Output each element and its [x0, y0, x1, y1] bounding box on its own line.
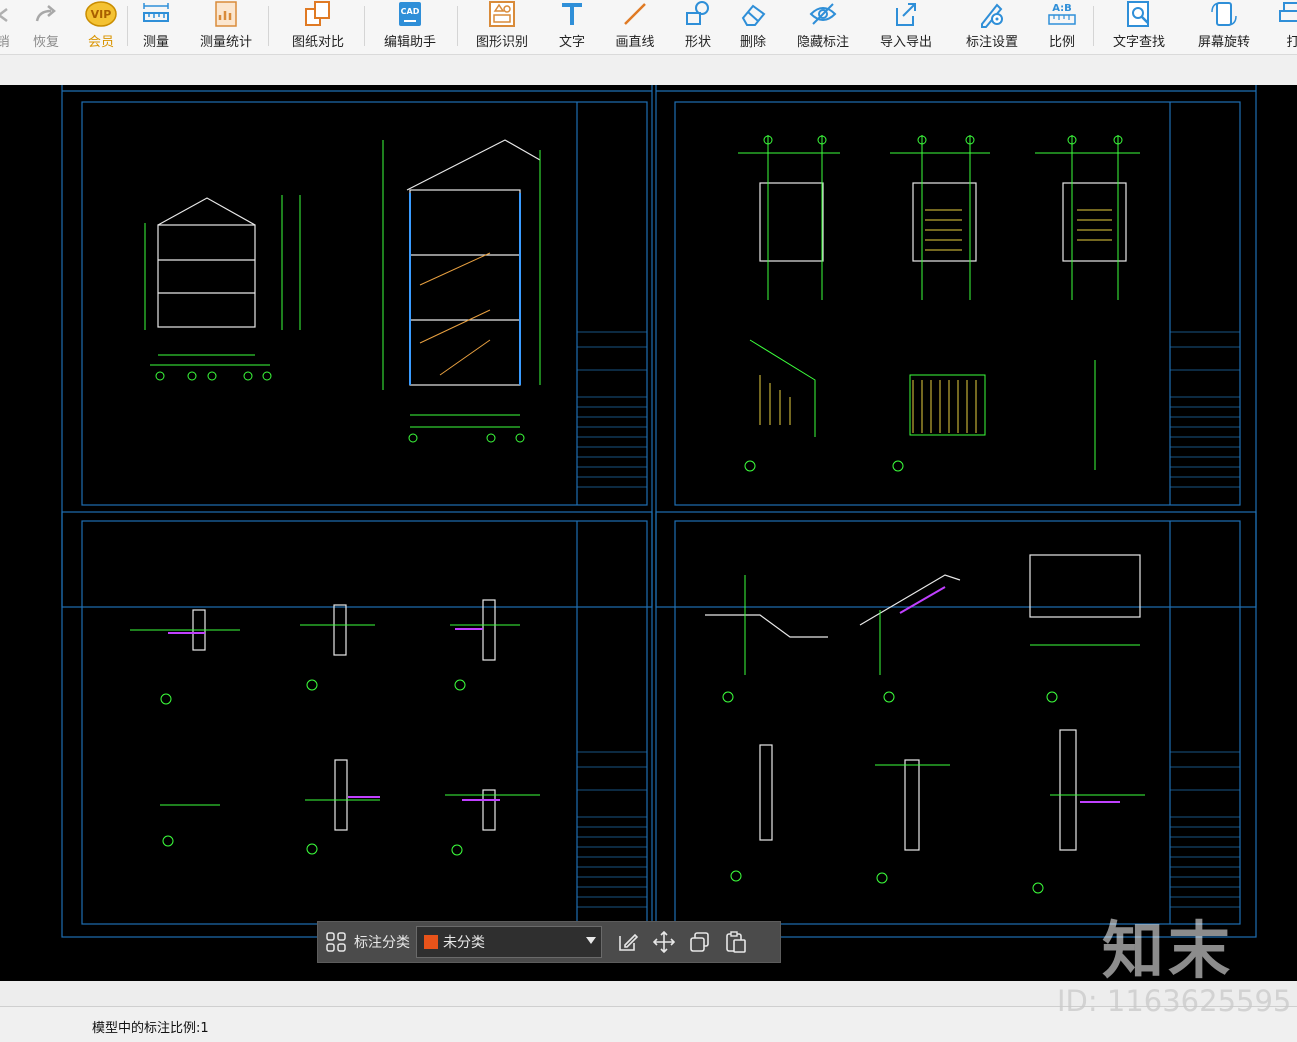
- grid-apps-icon: [326, 932, 346, 952]
- measure-icon: [141, 0, 171, 28]
- rotate-screen-icon: [1209, 0, 1239, 28]
- scale-button[interactable]: A:B 比例: [1044, 0, 1080, 54]
- print-icon: [1278, 0, 1297, 28]
- toolbar-gap: [0, 55, 1297, 85]
- draw-line-button[interactable]: 画直线: [610, 0, 660, 54]
- annotation-category-label: 标注分类: [354, 935, 410, 951]
- brand-watermark: 知末: [1102, 914, 1235, 987]
- shape-recognize-button[interactable]: 图形识别: [470, 0, 534, 54]
- text-icon: [558, 0, 586, 28]
- toolbar-separator: [457, 6, 458, 46]
- edit-annotation-button[interactable]: [610, 924, 646, 960]
- paste-icon: [726, 931, 746, 953]
- svg-text:VIP: VIP: [91, 8, 112, 21]
- svg-text:A:B: A:B: [1052, 3, 1072, 14]
- copy-annotation-button[interactable]: [682, 924, 718, 960]
- hide-eye-icon: [808, 0, 838, 28]
- undo-button[interactable]: 销: [0, 0, 16, 54]
- measure-stats-button[interactable]: 测量统计: [194, 0, 258, 54]
- copy-icon: [690, 932, 709, 952]
- main-toolbar: 销 恢复 VIP 会员 测量 测量统计 图纸对比 CAD 编辑助手 图形识别 文…: [0, 0, 1297, 55]
- text-search-icon: [1124, 0, 1154, 28]
- line-icon: [621, 0, 649, 28]
- import-export-button[interactable]: 导入导出: [874, 0, 938, 54]
- delete-button[interactable]: 删除: [735, 0, 771, 54]
- move-arrows-icon: [653, 931, 675, 953]
- svg-text:CAD: CAD: [401, 7, 420, 16]
- grid-apps-button[interactable]: [318, 924, 354, 960]
- toolbar-separator: [1093, 6, 1094, 46]
- cad-drawing: [61, 85, 1257, 938]
- vip-member-button[interactable]: VIP 会员: [82, 0, 120, 54]
- cad-edit-icon: CAD: [395, 0, 425, 28]
- redo-icon: [33, 0, 59, 28]
- undo-icon: [0, 0, 13, 28]
- scale-icon: A:B: [1045, 0, 1079, 28]
- annotation-toolbar: 标注分类 未分类: [317, 921, 781, 963]
- toolbar-separator: [127, 6, 128, 46]
- cad-drawing-canvas[interactable]: [0, 85, 1297, 981]
- annotation-scale-status: 模型中的标注比例:1: [92, 1021, 209, 1036]
- id-watermark: ID: 1163625595: [1057, 984, 1292, 1018]
- compare-icon: [303, 0, 333, 28]
- paste-annotation-button[interactable]: [718, 924, 754, 960]
- edit-pen-icon: [619, 933, 639, 951]
- category-color-swatch: [424, 935, 438, 949]
- shape-icon: [683, 0, 713, 28]
- shape-button[interactable]: 形状: [680, 0, 716, 54]
- text-button[interactable]: 文字: [554, 0, 590, 54]
- edit-assistant-button[interactable]: CAD 编辑助手: [378, 0, 442, 54]
- vip-icon: VIP: [85, 0, 117, 28]
- annotation-category-value: 未分类: [443, 935, 485, 951]
- chevron-down-icon: [586, 937, 596, 944]
- annotation-settings-button[interactable]: 标注设置: [960, 0, 1024, 54]
- annotation-settings-icon: [977, 0, 1007, 28]
- eraser-icon: [738, 0, 768, 28]
- drawing-compare-button[interactable]: 图纸对比: [286, 0, 350, 54]
- toolbar-separator: [268, 6, 269, 46]
- measure-stats-icon: [211, 0, 241, 28]
- text-search-button[interactable]: 文字查找: [1107, 0, 1171, 54]
- shape-recognize-icon: [487, 0, 517, 28]
- hide-annotation-button[interactable]: 隐藏标注: [791, 0, 855, 54]
- toolbar-separator: [364, 6, 365, 46]
- print-button[interactable]: 打: [1278, 0, 1297, 54]
- annotation-category-select[interactable]: 未分类: [416, 926, 602, 958]
- move-annotation-button[interactable]: [646, 924, 682, 960]
- rotate-screen-button[interactable]: 屏幕旋转: [1192, 0, 1256, 54]
- redo-button[interactable]: 恢复: [26, 0, 66, 54]
- measure-button[interactable]: 测量: [138, 0, 174, 54]
- import-export-icon: [891, 0, 921, 28]
